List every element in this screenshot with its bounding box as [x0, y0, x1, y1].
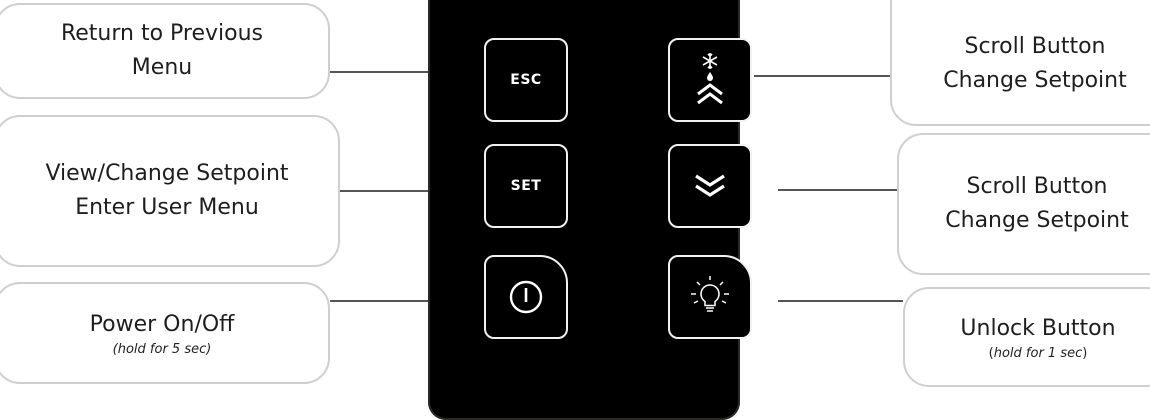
set-callout-line-2: Enter User Menu: [75, 195, 259, 220]
esc-callout-line-2: Menu: [131, 55, 193, 80]
scroll-up-callout-line-1: Scroll Button: [964, 33, 1106, 59]
scroll-down-callout-line-1: Scroll Button: [966, 173, 1108, 199]
esc-button[interactable]: ESC: [484, 38, 568, 122]
unlock-callout-title: Unlock Button: [960, 315, 1116, 341]
light-connector: [778, 300, 903, 302]
unlock-callout-note: (hold for 1 sec): [988, 345, 1088, 361]
power-icon: [509, 280, 543, 314]
set-callout: View/Change Setpoint Enter User Menu: [0, 115, 340, 267]
down-connector: [778, 189, 897, 191]
set-callout-line-1: View/Change Setpoint: [45, 160, 289, 186]
light-bulb-icon: [691, 276, 729, 312]
up-connector: [754, 75, 890, 77]
unlock-light-button[interactable]: [668, 255, 752, 339]
set-button[interactable]: SET: [484, 144, 568, 228]
power-callout-note: (hold for 5 sec): [112, 341, 212, 357]
power-callout-title: Power On/Off: [89, 311, 235, 337]
scroll-up-callout-line-2: Change Setpoint: [943, 68, 1127, 93]
scroll-down-callout-line-2: Change Setpoint: [945, 208, 1129, 233]
scroll-up-callout: Scroll Button Change Setpoint: [890, 0, 1150, 126]
power-button[interactable]: [484, 255, 568, 339]
control-panel: ESC SET: [428, 0, 752, 420]
set-button-label: SET: [510, 178, 542, 194]
esc-button-label: ESC: [510, 72, 542, 88]
esc-callout: Return to Previous Menu: [0, 3, 330, 99]
scroll-down-callout: Scroll Button Change Setpoint: [897, 133, 1150, 275]
unlock-callout: Unlock Button (hold for 1 sec): [903, 287, 1150, 387]
esc-callout-line-1: Return to Previous: [60, 20, 264, 46]
power-callout: Power On/Off (hold for 5 sec): [0, 282, 330, 384]
unlock-callout-note-italic: hold for 1 sec: [993, 345, 1083, 361]
snowflake-drop-double-chevron-up-icon: [697, 53, 723, 105]
scroll-down-button[interactable]: [668, 144, 752, 228]
double-chevron-down-icon: [695, 174, 725, 197]
scroll-up-button[interactable]: [668, 38, 752, 122]
